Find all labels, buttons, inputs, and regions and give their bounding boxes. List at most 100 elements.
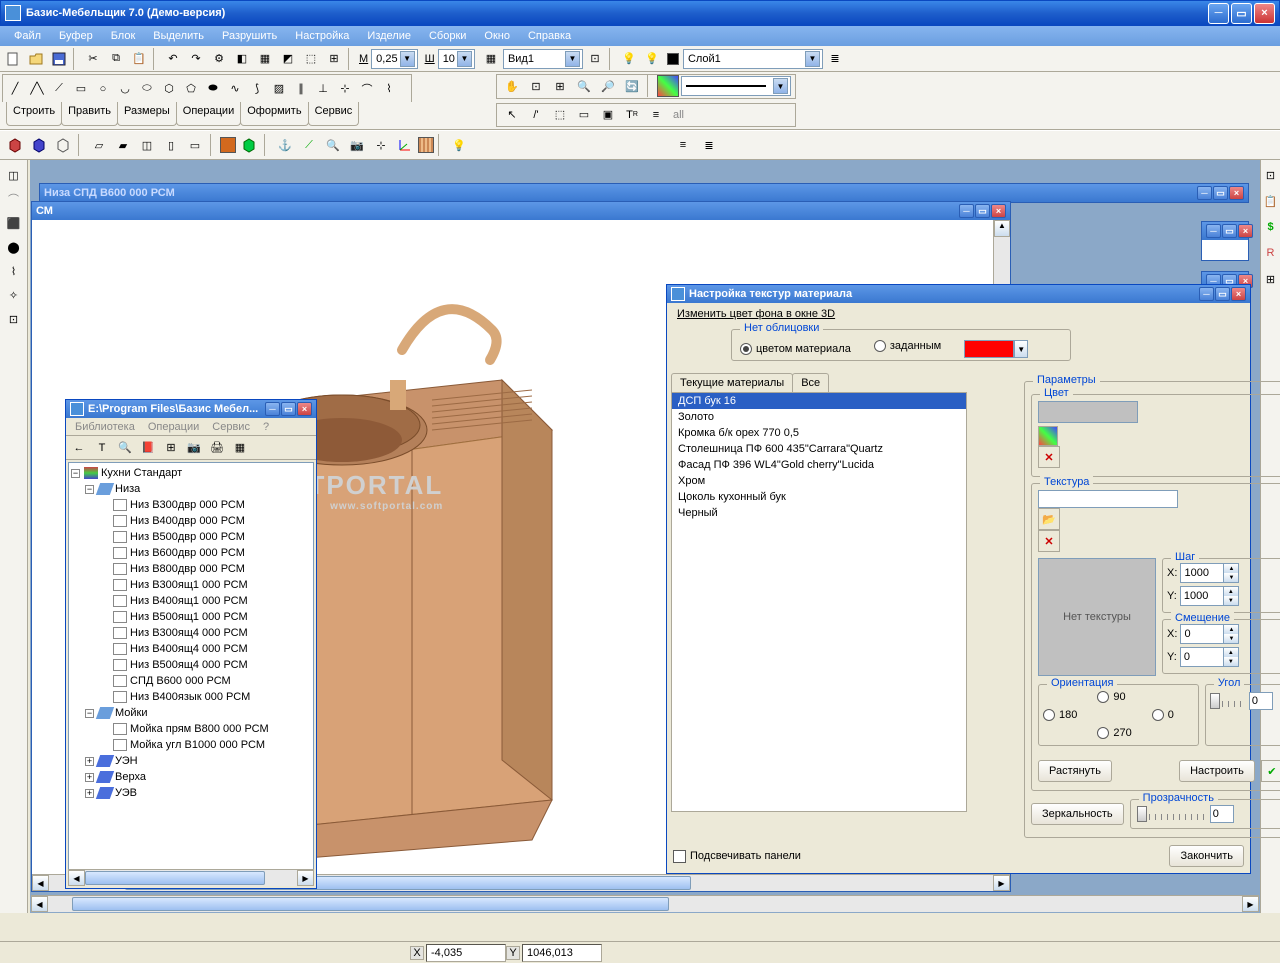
step-x-spin[interactable]: ▲▼ (1180, 563, 1239, 583)
paste-icon[interactable]: 📋 (128, 48, 150, 70)
off-y-spin[interactable]: ▲▼ (1180, 647, 1239, 667)
tree-item[interactable]: Низ В400язык 000 РСМ (130, 691, 250, 703)
tab-edit[interactable]: Править (61, 102, 118, 126)
zoomfit-icon[interactable]: ⊡ (525, 75, 547, 97)
redo-icon[interactable]: ↷ (185, 48, 207, 70)
orient-0[interactable]: 0 (1152, 709, 1174, 721)
cube1-icon[interactable] (4, 134, 26, 156)
angle-input[interactable] (1249, 692, 1273, 710)
rotate-icon[interactable]: 🔄 (621, 75, 643, 97)
lib-grid-icon[interactable]: ▦ (229, 437, 251, 459)
menu-block[interactable]: Блок (103, 28, 144, 44)
anchor-icon[interactable]: ⚓ (274, 134, 296, 156)
para-icon[interactable]: ∥ (290, 78, 312, 100)
tree-item[interactable]: Низ В500двр 000 РСМ (130, 531, 245, 543)
tree-item[interactable]: Низ В400ящ1 000 РСМ (130, 595, 248, 607)
vtool7-icon[interactable]: ⊡ (3, 308, 25, 330)
material-item[interactable]: Черный (672, 505, 966, 521)
tree-item[interactable]: СПД В600 000 РСМ (130, 675, 231, 687)
tab-all-materials[interactable]: Все (792, 373, 829, 392)
mirror-button[interactable]: Зеркальность (1031, 803, 1124, 825)
menu-file[interactable]: Файл (6, 28, 49, 44)
ew-min[interactable]: ─ (1206, 224, 1221, 238)
configure-button[interactable]: Настроить (1179, 760, 1255, 782)
grid-icon[interactable]: ▦ (480, 48, 502, 70)
ew-close[interactable]: × (1238, 224, 1253, 238)
open-icon[interactable] (25, 48, 47, 70)
lib-add-icon[interactable]: ⊞ (160, 437, 182, 459)
tree-collapse-niza[interactable]: − (85, 485, 94, 494)
vtool3-icon[interactable]: ⬛ (3, 212, 25, 234)
circle-icon[interactable]: ○ (92, 78, 114, 100)
linetype-combo[interactable]: ▼ (681, 76, 791, 96)
transparency-slider[interactable] (1137, 804, 1207, 824)
minimize-button[interactable]: ─ (1208, 3, 1229, 24)
library-tree[interactable]: − Кухни Стандарт − Низа Низ В300двр 000 … (68, 462, 314, 870)
tex-min[interactable]: ─ (1199, 287, 1214, 301)
menu-help[interactable]: Справка (520, 28, 579, 44)
highlight-checkbox[interactable]: Подсвечивать панели (673, 850, 801, 863)
zoomwin-icon[interactable]: ⊞ (549, 75, 571, 97)
orient-270[interactable]: 270 (1097, 727, 1131, 739)
lib-max[interactable]: ▭ (281, 402, 296, 416)
mag-icon[interactable]: 🔍 (322, 134, 344, 156)
tool5-icon[interactable]: ⬚ (300, 48, 322, 70)
align1-icon[interactable]: ≡ (672, 134, 694, 156)
multiline-icon[interactable]: ╱╲ (26, 78, 48, 100)
tree-item[interactable]: Низ В400двр 000 РСМ (130, 515, 245, 527)
mat2-icon[interactable] (238, 134, 260, 156)
tool6-icon[interactable]: ⊞ (323, 48, 345, 70)
tr-icon[interactable]: TR (621, 104, 643, 126)
menu-destroy[interactable]: Разрушить (214, 28, 285, 44)
change-bgcolor-link[interactable]: Изменить цвет фона в окне 3D (671, 305, 841, 323)
spline-icon[interactable]: ∿ (224, 78, 246, 100)
lib-cam-icon[interactable]: 📷 (183, 437, 205, 459)
spl2-icon[interactable]: ⌇ (378, 78, 400, 100)
libmenu-library[interactable]: Библиотека (70, 421, 140, 433)
ew-max[interactable]: ▭ (1222, 224, 1237, 238)
menu-window[interactable]: Окно (476, 28, 518, 44)
ell2-icon[interactable]: ⬬ (202, 78, 224, 100)
tree-expand[interactable]: + (85, 773, 94, 782)
layers-icon[interactable]: ≣ (824, 48, 846, 70)
tab-format[interactable]: Оформить (240, 102, 308, 126)
all-label[interactable]: all (669, 104, 688, 126)
tree-expand[interactable]: + (85, 757, 94, 766)
tree-item[interactable]: Низ В300ящ1 000 РСМ (130, 579, 248, 591)
material-item[interactable]: Золото (672, 409, 966, 425)
tex-close[interactable]: × (1231, 287, 1246, 301)
maximize-button[interactable]: ▭ (1231, 3, 1252, 24)
hex-icon[interactable]: ⬡ (158, 78, 180, 100)
menu-select[interactable]: Выделить (145, 28, 212, 44)
vtool2-icon[interactable]: ⌒ (3, 188, 25, 210)
tab-ops[interactable]: Операции (176, 102, 241, 126)
pointer-icon[interactable]: ↖ (501, 104, 523, 126)
transparency-input[interactable] (1210, 805, 1234, 823)
tool4-icon[interactable]: ◩ (277, 48, 299, 70)
axis3d-icon[interactable]: ⊹ (370, 134, 392, 156)
cube3-icon[interactable] (52, 134, 74, 156)
tree-item[interactable]: Низ В600двр 000 РСМ (130, 547, 245, 559)
mdi-hscroll[interactable]: ◀▶ (31, 895, 1259, 912)
tool-icon[interactable]: ⚙ (208, 48, 230, 70)
lib-find-icon[interactable]: 🔍 (114, 437, 136, 459)
perp-icon[interactable]: ⊥ (312, 78, 334, 100)
camera-icon[interactable]: 📷 (346, 134, 368, 156)
arc-icon[interactable]: ◡ (114, 78, 136, 100)
tool3-icon[interactable]: ▦ (254, 48, 276, 70)
menu-product[interactable]: Изделие (359, 28, 419, 44)
tree-item[interactable]: УЭВ (115, 787, 137, 799)
rect-icon[interactable]: ▭ (70, 78, 92, 100)
view-combo[interactable]: Вид1▼ (503, 49, 583, 69)
rtool4-icon[interactable]: ⊞ (1260, 268, 1280, 290)
scale-m-combo[interactable]: 0,25▼ (371, 49, 417, 69)
material-item[interactable]: Столешница ПФ 600 435"Carrara"Quartz (672, 441, 966, 457)
tree-item[interactable]: Низ В800двр 000 РСМ (130, 563, 245, 575)
polyline-icon[interactable]: ⟋ (48, 78, 70, 100)
panel2-icon[interactable]: ▰ (112, 134, 134, 156)
copy-icon[interactable]: ⧉ (105, 48, 127, 70)
bw-max[interactable]: ▭ (1213, 186, 1228, 200)
lib-print-icon[interactable]: 🖨 (206, 437, 228, 459)
zoomin-icon[interactable]: 🔍 (573, 75, 595, 97)
menu-assemblies[interactable]: Сборки (421, 28, 474, 44)
